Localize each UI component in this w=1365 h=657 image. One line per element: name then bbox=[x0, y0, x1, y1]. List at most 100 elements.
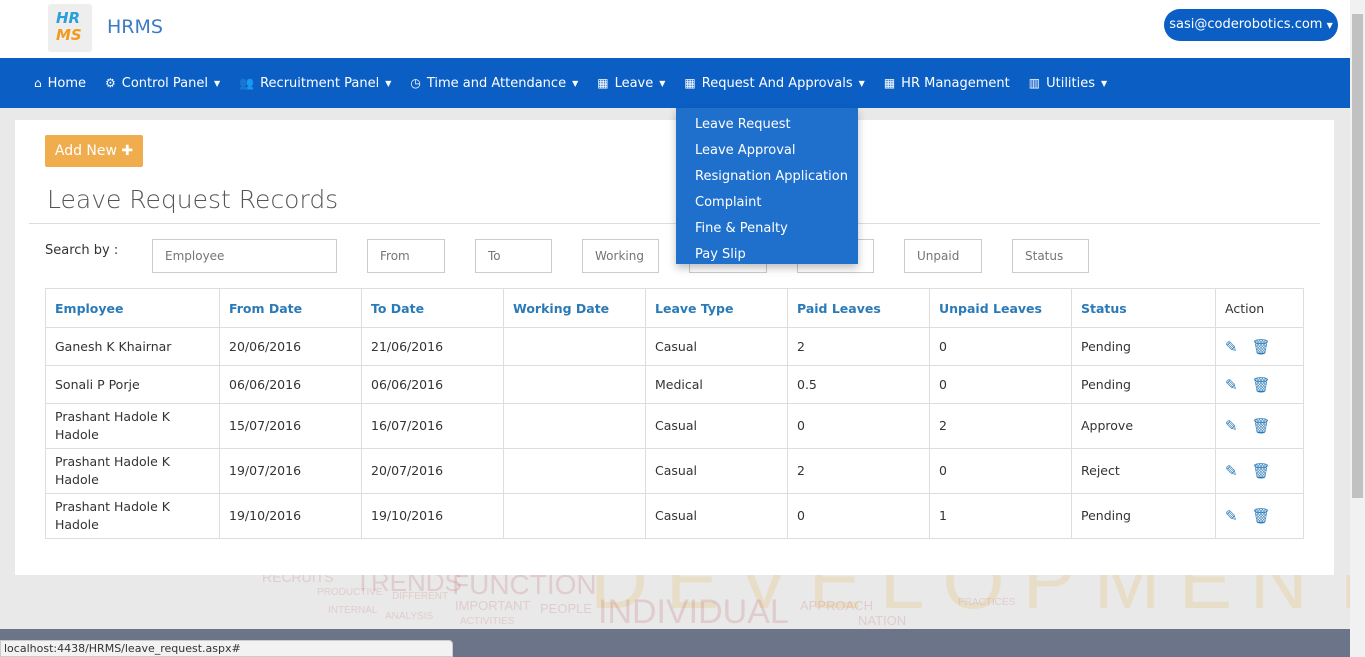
table-cell: Casual bbox=[645, 403, 788, 449]
search-to-input[interactable] bbox=[475, 239, 552, 273]
divider bbox=[29, 223, 1320, 224]
caret-down-icon: ▼ bbox=[213, 78, 221, 88]
gear-icon: ⚙ bbox=[105, 76, 116, 90]
page-title: Leave Request Records bbox=[47, 185, 339, 214]
dropdown-item-resignation-application[interactable]: Resignation Application bbox=[676, 164, 858, 190]
search-status-input[interactable] bbox=[1012, 239, 1089, 273]
trash-icon[interactable]: 🗑 bbox=[1252, 462, 1271, 480]
nav-item-utilities[interactable]: ▥ Utilities ▼ bbox=[1029, 76, 1107, 91]
table-row: Prashant Hadole K Hadole 19/07/2016 20/07/… bbox=[45, 448, 1304, 494]
column-header[interactable]: From Date bbox=[219, 288, 362, 328]
table-cell: Sonali P Porje bbox=[45, 365, 220, 404]
nav-label: Utilities bbox=[1046, 75, 1096, 91]
background-word-cloud: RECRUITS TRENDS FUNCTION DEVELOPMENT PRODUCT… bbox=[0, 575, 1350, 629]
table-cell: Pending bbox=[1071, 493, 1216, 539]
trash-icon[interactable]: 🗑 bbox=[1252, 417, 1271, 435]
calendar-icon: ▦ bbox=[597, 76, 609, 90]
table-cell: 0 bbox=[929, 365, 1072, 404]
background-word: PEOPLE bbox=[540, 601, 593, 616]
status-bar: localhost:4438/HRMS/leave_request.aspx# bbox=[0, 640, 453, 657]
search-unpaid-input[interactable] bbox=[904, 239, 982, 273]
table-cell: 06/06/2016 bbox=[361, 365, 504, 404]
dropdown-item-complaint[interactable]: Complaint bbox=[676, 190, 858, 216]
search-employee-input[interactable] bbox=[152, 239, 337, 273]
background-word: INTERNAL bbox=[328, 605, 378, 616]
table-cell: 20/06/2016 bbox=[219, 327, 362, 366]
nav-label: Leave bbox=[614, 75, 654, 91]
table-cell bbox=[503, 365, 646, 404]
clock-icon: ◷ bbox=[410, 76, 421, 90]
header: HR MS HRMS sasi@coderobotics.com ▼ bbox=[0, 0, 1350, 58]
table-row: Prashant Hadole K Hadole 19/10/2016 19/10/… bbox=[45, 493, 1304, 539]
action-cell: ✎ 🗑 bbox=[1215, 403, 1304, 449]
table-cell: Casual bbox=[645, 493, 788, 539]
edit-icon[interactable]: ✎ bbox=[1225, 417, 1238, 435]
column-header[interactable]: Paid Leaves bbox=[787, 288, 930, 328]
table-cell: 21/06/2016 bbox=[361, 327, 504, 366]
table-cell: 15/07/2016 bbox=[219, 403, 362, 449]
nav-item-time-and-attendance[interactable]: ◷ Time and Attendance ▼ bbox=[410, 76, 578, 91]
nav-item-home[interactable]: ⌂ Home bbox=[34, 76, 86, 91]
trash-icon[interactable]: 🗑 bbox=[1252, 376, 1271, 394]
nav-item-recruitment-panel[interactable]: 👥 Recruitment Panel ▼ bbox=[239, 76, 391, 91]
nav-label: Time and Attendance bbox=[426, 75, 567, 91]
table-cell bbox=[503, 327, 646, 366]
background-word: ACTIVITIES bbox=[460, 616, 515, 627]
table-cell: 19/07/2016 bbox=[219, 448, 362, 494]
column-header[interactable]: Working Date bbox=[503, 288, 646, 328]
calendar-icon: ▦ bbox=[883, 76, 896, 90]
column-header[interactable]: Employee bbox=[45, 288, 220, 328]
dropdown-item-fine-penalty[interactable]: Fine & Penalty bbox=[676, 216, 858, 242]
caret-down-icon: ▼ bbox=[385, 78, 392, 88]
trash-icon[interactable]: 🗑 bbox=[1252, 507, 1271, 525]
dropdown-item-leave-request[interactable]: Leave Request bbox=[676, 112, 858, 138]
table-cell: 1 bbox=[929, 493, 1072, 539]
column-header[interactable]: Leave Type bbox=[645, 288, 788, 328]
edit-icon[interactable]: ✎ bbox=[1225, 376, 1238, 394]
nav-label: Home bbox=[47, 75, 87, 91]
nav-item-hr-management[interactable]: ▦ HR Management bbox=[884, 76, 1010, 91]
nav-label: Control Panel bbox=[121, 75, 208, 91]
trash-icon[interactable]: 🗑 bbox=[1252, 338, 1271, 356]
table-cell: 0 bbox=[929, 448, 1072, 494]
search-working-input[interactable] bbox=[582, 239, 659, 273]
calendar-icon: ▦ bbox=[684, 76, 696, 90]
dropdown-item-pay-slip[interactable]: Pay Slip bbox=[676, 242, 858, 268]
background-word: PRACTICES bbox=[958, 597, 1016, 608]
caret-down-icon: ▼ bbox=[1101, 78, 1108, 88]
table-cell bbox=[503, 493, 646, 539]
table-cell: 19/10/2016 bbox=[219, 493, 362, 539]
background-word: INDIVIDUAL bbox=[598, 593, 789, 629]
column-header[interactable]: Unpaid Leaves bbox=[929, 288, 1072, 328]
caret-down-icon: ▼ bbox=[572, 78, 579, 88]
nav-item-control-panel[interactable]: ⚙ Control Panel ▼ bbox=[105, 76, 220, 91]
column-header[interactable]: To Date bbox=[361, 288, 504, 328]
caret-down-icon: ▼ bbox=[659, 78, 666, 88]
scrollbar-thumb[interactable] bbox=[1352, 14, 1363, 498]
brand-name[interactable]: HRMS bbox=[107, 16, 163, 38]
table-cell: Prashant Hadole K Hadole bbox=[45, 403, 220, 449]
add-new-button[interactable]: Add New ✚ bbox=[45, 135, 143, 167]
nav-item-request-and-approvals[interactable]: ▦ Request And Approvals ▼ bbox=[684, 76, 864, 91]
table-cell: Casual bbox=[645, 327, 788, 366]
nav-label: Recruitment Panel bbox=[260, 75, 380, 91]
action-cell: ✎ 🗑 bbox=[1215, 493, 1304, 539]
background-word: ANALYSIS bbox=[385, 611, 434, 622]
column-header[interactable]: Status bbox=[1071, 288, 1216, 328]
background-word: APPROACH bbox=[800, 598, 873, 613]
nav-item-leave[interactable]: ▦ Leave ▼ bbox=[597, 76, 665, 91]
action-cell: ✎ 🗑 bbox=[1215, 448, 1304, 494]
edit-icon[interactable]: ✎ bbox=[1225, 462, 1238, 480]
table-cell: Medical bbox=[645, 365, 788, 404]
table-row: Ganesh K Khairnar 20/06/2016 21/06/2016 Cas… bbox=[45, 327, 1304, 366]
user-menu-button[interactable]: sasi@coderobotics.com ▼ bbox=[1164, 9, 1338, 41]
edit-icon[interactable]: ✎ bbox=[1225, 338, 1238, 356]
edit-icon[interactable]: ✎ bbox=[1225, 507, 1238, 525]
table-cell: 20/07/2016 bbox=[361, 448, 504, 494]
table-cell bbox=[503, 448, 646, 494]
logo[interactable]: HR MS bbox=[48, 4, 92, 52]
background-word: IMPORTANT bbox=[455, 598, 531, 613]
search-from-input[interactable] bbox=[367, 239, 445, 273]
background-word: PRODUCTIVE bbox=[317, 587, 383, 598]
dropdown-item-leave-approval[interactable]: Leave Approval bbox=[676, 138, 858, 164]
